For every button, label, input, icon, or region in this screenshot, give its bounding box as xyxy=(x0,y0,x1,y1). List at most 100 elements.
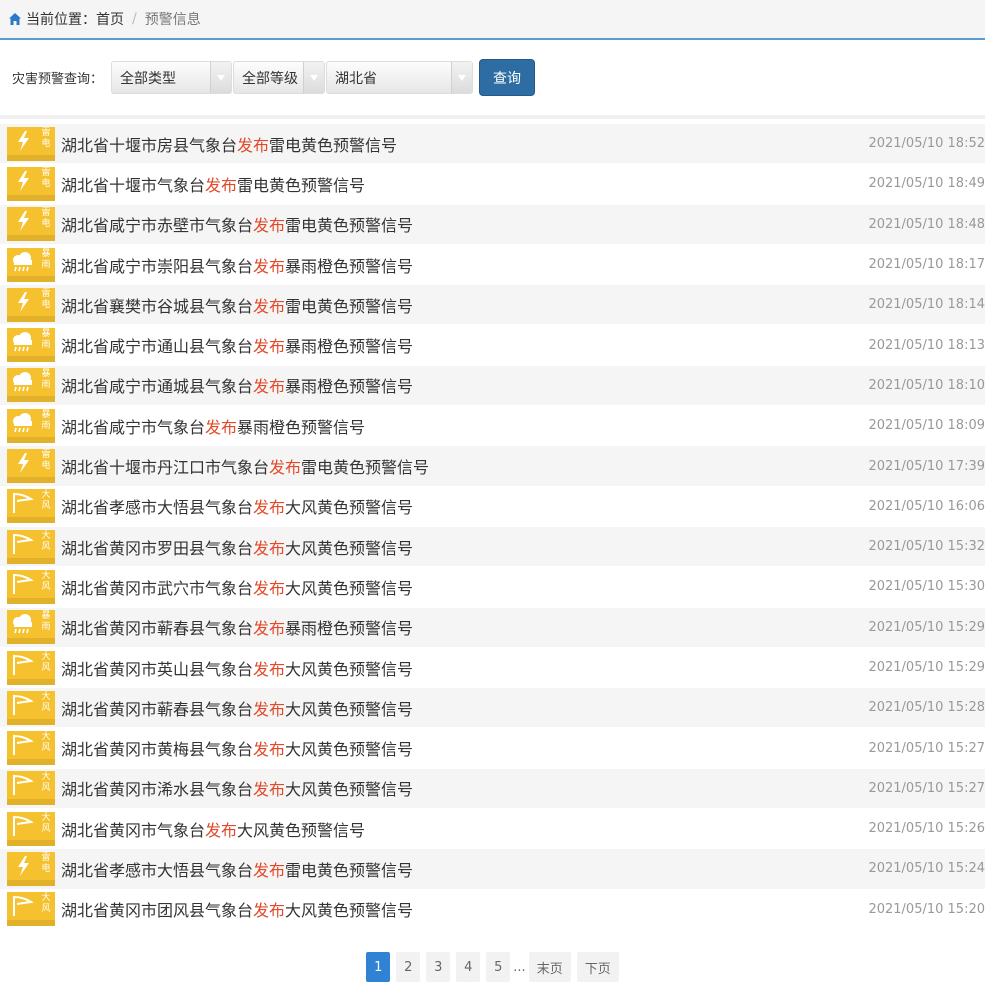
title-issuer: 湖北省黄冈市黄梅县气象台 xyxy=(61,740,254,760)
lightning-icon: 雷电 xyxy=(7,166,55,201)
warning-time: 2021/05/10 18:17 xyxy=(868,257,985,273)
list-item[interactable]: 暴雨湖北省黄冈市蕲春县气象台发布暴雨橙色预警信号 2021/05/10 15:29 xyxy=(0,607,985,648)
warning-icon-label: 暴雨 xyxy=(41,611,51,633)
warning-icon-label: 大风 xyxy=(41,530,51,552)
chevron-down-icon xyxy=(303,62,325,93)
list-item[interactable]: 大风湖北省黄冈市蕲春县气象台发布大风黄色预警信号 2021/05/10 15:28 xyxy=(0,688,985,729)
list-item[interactable]: 雷电湖北省十堰市气象台发布雷电黄色预警信号 2021/05/10 18:49 xyxy=(0,164,985,205)
gale-icon: 大风 xyxy=(7,569,55,604)
list-item[interactable]: 大风湖北省黄冈市浠水县气象台发布大风黄色预警信号 2021/05/10 15:27 xyxy=(0,768,985,810)
list-item[interactable]: 大风湖北省黄冈市气象台发布大风黄色预警信号 2021/05/10 15:26 xyxy=(0,809,985,850)
title-issuer: 湖北省咸宁市气象台 xyxy=(61,417,206,437)
title-signal: 雷电黄色预警信号 xyxy=(285,296,414,316)
level-select[interactable]: 全部等级 xyxy=(233,61,326,94)
list-item[interactable]: 大风湖北省黄冈市黄梅县气象台发布大风黄色预警信号 2021/05/10 15:27 xyxy=(0,728,985,769)
warning-title-link[interactable]: 湖北省十堰市房县气象台发布雷电黄色预警信号 xyxy=(61,132,865,156)
region-select[interactable]: 湖北省 xyxy=(326,61,474,94)
warning-icon-label: 大风 xyxy=(41,570,51,592)
list-item[interactable]: 雷电湖北省襄樊市谷城县气象台发布雷电黄色预警信号 2021/05/10 18:14 xyxy=(0,285,985,326)
list-item[interactable]: 暴雨湖北省咸宁市通山县气象台发布暴雨橙色预警信号 2021/05/10 18:13 xyxy=(0,325,985,366)
warning-title-link[interactable]: 湖北省咸宁市气象台发布暴雨橙色预警信号 xyxy=(61,414,865,438)
page-link-1[interactable]: 1 xyxy=(366,952,391,982)
rainstorm-icon: 暴雨 xyxy=(7,610,55,645)
list-item[interactable]: 雷电湖北省咸宁市赤壁市气象台发布雷电黄色预警信号 2021/05/10 18:48 xyxy=(0,204,985,245)
icon-strip xyxy=(7,517,55,524)
page-link-4[interactable]: 4 xyxy=(456,952,481,982)
title-issuer: 湖北省黄冈市气象台 xyxy=(61,820,206,840)
warning-title-link[interactable]: 湖北省十堰市气象台发布雷电黄色预警信号 xyxy=(61,172,865,196)
warning-title-link[interactable]: 湖北省咸宁市赤壁市气象台发布雷电黄色预警信号 xyxy=(61,212,865,236)
title-signal: 暴雨橙色预警信号 xyxy=(285,377,414,397)
warning-title-link[interactable]: 湖北省黄冈市蕲春县气象台发布暴雨橙色预警信号 xyxy=(61,615,865,639)
warning-icon-label: 大风 xyxy=(41,691,51,713)
warning-title-link[interactable]: 湖北省黄冈市英山县气象台发布大风黄色预警信号 xyxy=(61,656,865,680)
page-link-5[interactable]: 5 xyxy=(486,952,511,982)
page-link-3[interactable]: 3 xyxy=(426,952,451,982)
list-item[interactable]: 雷电湖北省孝感市大悟县气象台发布雷电黄色预警信号 2021/05/10 15:24 xyxy=(0,849,985,890)
icon-strip xyxy=(7,718,55,725)
icon-strip xyxy=(7,194,55,201)
list-item[interactable]: 大风湖北省黄冈市团风县气象台发布大风黄色预警信号 2021/05/10 15:20 xyxy=(0,889,985,930)
title-issuer: 湖北省黄冈市蕲春县气象台 xyxy=(61,619,254,639)
warning-icon-label: 暴雨 xyxy=(41,409,51,431)
list-item[interactable]: 大风湖北省黄冈市罗田县气象台发布大风黄色预警信号 2021/05/10 15:32 xyxy=(0,526,985,568)
warning-title-link[interactable]: 湖北省黄冈市团风县气象台发布大风黄色预警信号 xyxy=(61,897,865,921)
title-signal: 雷电黄色预警信号 xyxy=(269,135,398,155)
warning-title-link[interactable]: 湖北省黄冈市罗田县气象台发布大风黄色预警信号 xyxy=(61,535,865,559)
warning-title-link[interactable]: 湖北省咸宁市崇阳县气象台发布暴雨橙色预警信号 xyxy=(61,253,865,277)
warning-title-link[interactable]: 湖北省孝感市大悟县气象台发布大风黄色预警信号 xyxy=(61,494,865,518)
warning-icon-label: 雷电 xyxy=(41,167,51,189)
last-page-button[interactable]: 末页 xyxy=(528,952,571,982)
gale-icon: 大风 xyxy=(7,489,55,524)
warning-title-link[interactable]: 湖北省襄樊市谷城县气象台发布雷电黄色预警信号 xyxy=(61,293,865,317)
title-signal: 雷电黄色预警信号 xyxy=(285,216,414,236)
warning-title-link[interactable]: 湖北省黄冈市武穴市气象台发布大风黄色预警信号 xyxy=(61,575,865,599)
warning-title-link[interactable]: 湖北省黄冈市气象台发布大风黄色预警信号 xyxy=(61,817,865,841)
list-item[interactable]: 大风湖北省黄冈市武穴市气象台发布大风黄色预警信号 2021/05/10 15:30 xyxy=(0,567,985,608)
icon-strip xyxy=(7,315,55,322)
next-page-button[interactable]: 下页 xyxy=(576,952,619,982)
pagination-ellipsis: ... xyxy=(513,959,526,975)
lightning-icon: 雷电 xyxy=(7,207,55,242)
level-select-value: 全部等级 xyxy=(242,70,299,87)
title-action: 发布 xyxy=(253,256,286,276)
breadcrumb-home-link[interactable]: 首页 xyxy=(96,9,124,29)
icon-strip xyxy=(7,799,55,806)
icon-strip xyxy=(7,678,55,685)
icon-strip xyxy=(7,275,55,282)
title-issuer: 湖北省咸宁市通城县气象台 xyxy=(61,377,254,397)
warning-time: 2021/05/10 15:20 xyxy=(868,901,985,917)
title-signal: 大风黄色预警信号 xyxy=(285,578,414,598)
list-item[interactable]: 暴雨湖北省咸宁市崇阳县气象台发布暴雨橙色预警信号 2021/05/10 18:17 xyxy=(0,244,985,286)
warning-title-link[interactable]: 湖北省黄冈市黄梅县气象台发布大风黄色预警信号 xyxy=(61,736,865,760)
warning-title-link[interactable]: 湖北省黄冈市蕲春县气象台发布大风黄色预警信号 xyxy=(61,696,865,720)
warning-title-link[interactable]: 湖北省十堰市丹江口市气象台发布雷电黄色预警信号 xyxy=(61,454,865,478)
title-issuer: 湖北省十堰市气象台 xyxy=(61,175,206,195)
warning-title-link[interactable]: 湖北省黄冈市浠水县气象台发布大风黄色预警信号 xyxy=(61,776,865,800)
title-issuer: 湖北省黄冈市团风县气象台 xyxy=(61,901,254,921)
gale-icon: 大风 xyxy=(7,771,55,806)
list-item[interactable]: 雷电湖北省十堰市丹江口市气象台发布雷电黄色预警信号 2021/05/10 17:3… xyxy=(0,446,985,487)
list-item[interactable]: 大风湖北省孝感市大悟县气象台发布大风黄色预警信号 2021/05/10 16:06 xyxy=(0,486,985,527)
page-link-2[interactable]: 2 xyxy=(396,952,421,982)
type-select[interactable]: 全部类型 xyxy=(111,61,233,94)
warning-title-link[interactable]: 湖北省咸宁市通山县气象台发布暴雨橙色预警信号 xyxy=(61,333,865,357)
warning-time: 2021/05/10 18:14 xyxy=(868,297,985,313)
list-item[interactable]: 暴雨湖北省咸宁市通城县气象台发布暴雨橙色预警信号 2021/05/10 18:10 xyxy=(0,365,985,407)
list-item[interactable]: 大风湖北省黄冈市英山县气象台发布大风黄色预警信号 2021/05/10 15:29 xyxy=(0,647,985,689)
icon-strip xyxy=(7,477,55,484)
list-item[interactable]: 雷电湖北省十堰市房县气象台发布雷电黄色预警信号 2021/05/10 18:52 xyxy=(0,124,985,165)
title-signal: 暴雨橙色预警信号 xyxy=(285,256,414,276)
home-icon xyxy=(8,12,22,26)
title-signal: 大风黄色预警信号 xyxy=(285,498,414,518)
rainstorm-icon: 暴雨 xyxy=(7,408,55,443)
type-select-value: 全部类型 xyxy=(120,70,177,87)
title-action: 发布 xyxy=(253,216,286,236)
gale-icon: 大风 xyxy=(7,650,55,685)
list-item[interactable]: 暴雨湖北省咸宁市气象台发布暴雨橙色预警信号 2021/05/10 18:09 xyxy=(0,406,985,447)
warning-time: 2021/05/10 15:29 xyxy=(868,660,985,675)
title-action: 发布 xyxy=(253,699,286,719)
warning-title-link[interactable]: 湖北省孝感市大悟县气象台发布雷电黄色预警信号 xyxy=(61,857,865,881)
warning-title-link[interactable]: 湖北省咸宁市通城县气象台发布暴雨橙色预警信号 xyxy=(61,373,865,397)
query-button[interactable]: 查询 xyxy=(479,59,536,96)
